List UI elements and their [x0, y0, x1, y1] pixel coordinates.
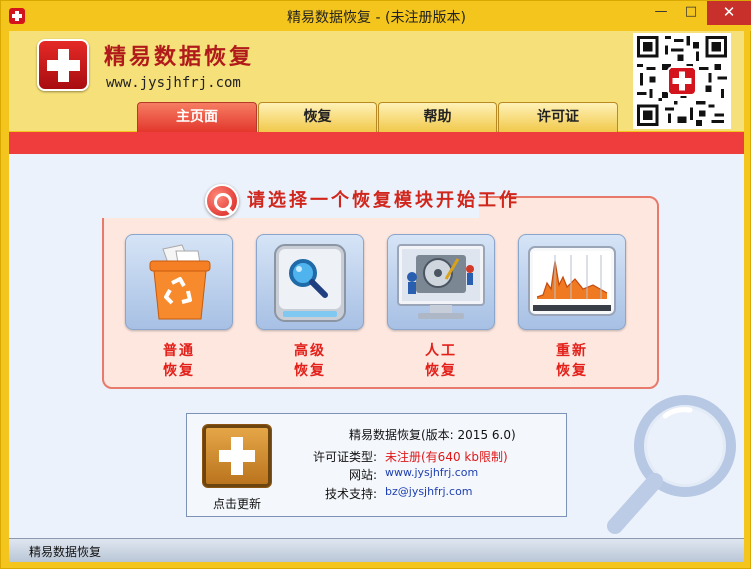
module-advanced-label-line1: 高级	[294, 343, 326, 359]
support-row: 技术支持: bz@jysjhfrj.com	[287, 485, 557, 503]
hard-drive-repair-icon	[397, 244, 485, 319]
main-content: 请选择一个恢复模块开始工作 普通 恢复 高级 恢复 人工 恢复 重新 恢复 点击…	[9, 154, 744, 538]
module-advanced-recovery-button[interactable]	[256, 234, 364, 330]
support-key: 技术支持:	[324, 487, 377, 501]
module-manual-label[interactable]: 人工 恢复	[387, 341, 495, 381]
maximize-button[interactable]: □	[677, 1, 705, 25]
info-box: 点击更新 精易数据恢复(版本: 2015 6.0) 许可证类型: 未注册(有64…	[186, 413, 567, 517]
tab-help[interactable]: 帮助	[378, 102, 497, 132]
update-button[interactable]	[202, 424, 272, 488]
app-window: 精易数据恢复 - (未注册版本) — □ ✕ 精易数据恢复 www.jysjhf…	[0, 0, 751, 569]
site-link[interactable]: www.jysjhfrj.com	[385, 466, 478, 479]
site-row: 网站: www.jysjhfrj.com	[287, 466, 557, 484]
tab-license[interactable]: 许可证	[498, 102, 618, 132]
module-re-label-line1: 重新	[556, 343, 588, 359]
close-button[interactable]: ✕	[707, 1, 751, 25]
license-row: 许可证类型: 未注册(有640 kb限制)	[287, 448, 557, 466]
module-advanced-label[interactable]: 高级 恢复	[256, 341, 364, 381]
magnifier-watermark-icon	[607, 395, 736, 534]
support-email-link[interactable]: bz@jysjhfrj.com	[385, 485, 473, 498]
license-key: 许可证类型:	[312, 450, 377, 464]
minimize-button[interactable]: —	[647, 1, 675, 25]
module-normal-label-line1: 普通	[163, 343, 195, 359]
site-key: 网站:	[348, 468, 377, 482]
module-re-label-line2: 恢复	[556, 363, 588, 379]
title-bar[interactable]: 精易数据恢复 - (未注册版本) — □ ✕	[1, 1, 751, 31]
module-normal-recovery-button[interactable]	[125, 234, 233, 330]
brand-name: 精易数据恢复	[104, 44, 255, 70]
module-normal-label[interactable]: 普通 恢复	[125, 341, 233, 381]
brand-url: www.jysjhfrj.com	[106, 75, 241, 91]
module-manual-label-line2: 恢复	[425, 363, 457, 379]
module-manual-recovery-button[interactable]	[387, 234, 495, 330]
version-text: 精易数据恢复(版本: 2015 6.0)	[349, 428, 516, 442]
panel-title: 请选择一个恢复模块开始工作	[247, 190, 520, 211]
tab-underline-bar	[9, 132, 744, 154]
qr-code-icon	[633, 33, 731, 129]
module-re-label[interactable]: 重新 恢复	[518, 341, 626, 381]
disk-search-icon	[274, 244, 346, 322]
status-bar: 精易数据恢复	[9, 538, 744, 562]
recycle-bin-icon	[149, 244, 211, 320]
tab-home[interactable]: 主页面	[137, 102, 257, 132]
tab-recover[interactable]: 恢复	[258, 102, 377, 132]
module-manual-label-line1: 人工	[425, 343, 457, 359]
brand-logo-icon	[37, 39, 89, 91]
module-normal-label-line2: 恢复	[163, 363, 195, 379]
module-re-recovery-button[interactable]	[518, 234, 626, 330]
search-icon	[205, 184, 239, 218]
status-text: 精易数据恢复	[29, 545, 102, 559]
module-advanced-label-line2: 恢复	[294, 363, 326, 379]
license-value: 未注册(有640 kb限制)	[385, 450, 508, 464]
update-label[interactable]: 点击更新	[197, 495, 277, 512]
chart-scan-icon	[528, 246, 616, 316]
window-title: 精易数据恢复 - (未注册版本)	[287, 10, 466, 26]
